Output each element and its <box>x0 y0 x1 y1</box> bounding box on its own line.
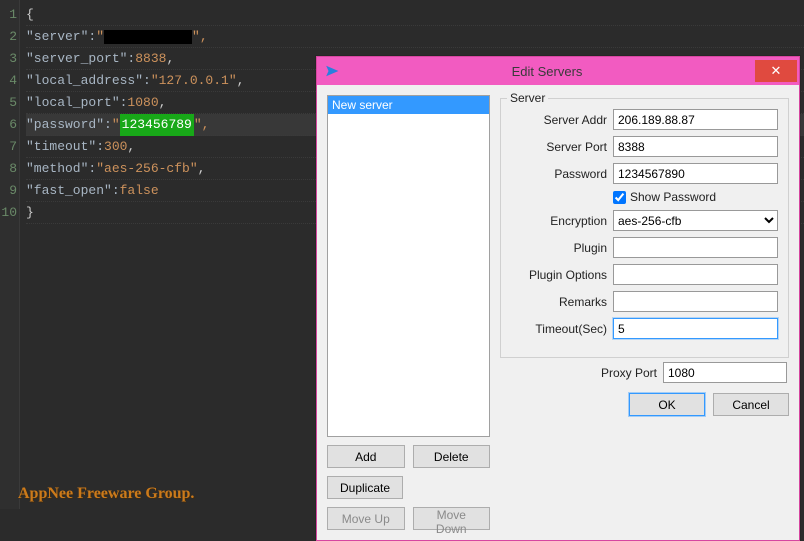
comma: , <box>159 92 167 114</box>
plugin-options-input[interactable] <box>613 264 778 285</box>
list-item[interactable]: New server <box>328 96 489 114</box>
line-number: 5 <box>0 92 17 114</box>
line-number: 1 <box>0 4 17 26</box>
plane-icon <box>325 64 339 78</box>
json-key: "local_address": <box>26 70 151 92</box>
cancel-button[interactable]: Cancel <box>713 393 789 416</box>
titlebar[interactable]: Edit Servers ✕ <box>317 57 799 85</box>
delete-button[interactable]: Delete <box>413 445 491 468</box>
line-number: 8 <box>0 158 17 180</box>
json-value: 1080 <box>127 92 158 114</box>
brace-open: { <box>26 4 34 26</box>
comma: , <box>198 158 206 180</box>
label-plugin: Plugin <box>511 241 607 255</box>
close-icon: ✕ <box>771 63 782 79</box>
quote: ", <box>192 26 208 48</box>
move-up-button[interactable]: Move Up <box>327 507 405 530</box>
encryption-select[interactable]: aes-256-cfb <box>613 210 778 231</box>
label-timeout: Timeout(Sec) <box>511 322 607 336</box>
watermark: AppNee Freeware Group. <box>18 485 194 503</box>
label-proxy-port: Proxy Port <box>601 366 657 380</box>
label-show-password: Show Password <box>630 190 716 204</box>
label-plugin-options: Plugin Options <box>511 268 607 282</box>
comma: , <box>127 136 135 158</box>
json-key: "server_port": <box>26 48 135 70</box>
line-number: 9 <box>0 180 17 202</box>
proxy-port-input[interactable] <box>663 362 787 383</box>
server-port-input[interactable] <box>613 136 778 157</box>
label-encryption: Encryption <box>511 214 607 228</box>
remarks-input[interactable] <box>613 291 778 312</box>
label-server-addr: Server Addr <box>511 113 607 127</box>
plugin-input[interactable] <box>613 237 778 258</box>
duplicate-button[interactable]: Duplicate <box>327 476 403 499</box>
server-addr-input[interactable] <box>613 109 778 130</box>
json-key: "local_port": <box>26 92 127 114</box>
line-number: 4 <box>0 70 17 92</box>
line-number: 7 <box>0 136 17 158</box>
line-number: 3 <box>0 48 17 70</box>
server-group: Server Server Addr Server Port Password <box>500 98 789 358</box>
json-value: "aes-256-cfb" <box>96 158 197 180</box>
edit-servers-dialog: Edit Servers ✕ New server Add Delete Dup… <box>316 56 800 541</box>
json-value: 8838 <box>135 48 166 70</box>
highlighted-password: 123456789 <box>120 114 194 136</box>
label-server-port: Server Port <box>511 140 607 154</box>
ok-button[interactable]: OK <box>629 393 705 416</box>
quote: ", <box>194 114 210 136</box>
password-input[interactable] <box>613 163 778 184</box>
add-button[interactable]: Add <box>327 445 405 468</box>
line-gutter: 1 2 3 4 5 6 7 8 9 10 <box>0 0 20 509</box>
close-button[interactable]: ✕ <box>755 60 797 82</box>
timeout-input[interactable] <box>613 318 778 339</box>
json-key: "timeout": <box>26 136 104 158</box>
quote: " <box>96 26 104 48</box>
line-number: 2 <box>0 26 17 48</box>
move-down-button[interactable]: Move Down <box>413 507 491 530</box>
comma: , <box>166 48 174 70</box>
json-key: "fast_open": <box>26 180 120 202</box>
label-remarks: Remarks <box>511 295 607 309</box>
server-list[interactable]: New server <box>327 95 490 437</box>
json-key: "password": <box>26 114 112 136</box>
line-number: 10 <box>0 202 17 224</box>
quote: " <box>112 114 120 136</box>
json-key: "server": <box>26 26 96 48</box>
json-value: false <box>120 180 159 202</box>
json-value: 300 <box>104 136 127 158</box>
dialog-title: Edit Servers <box>339 64 755 79</box>
group-label: Server <box>507 91 548 105</box>
line-number: 6 <box>0 114 17 136</box>
json-key: "method": <box>26 158 96 180</box>
comma: , <box>237 70 245 92</box>
label-password: Password <box>511 167 607 181</box>
brace-close: } <box>26 202 34 224</box>
json-value: "127.0.0.1" <box>151 70 237 92</box>
redacted-server-value <box>104 30 192 44</box>
show-password-checkbox[interactable] <box>613 191 626 204</box>
